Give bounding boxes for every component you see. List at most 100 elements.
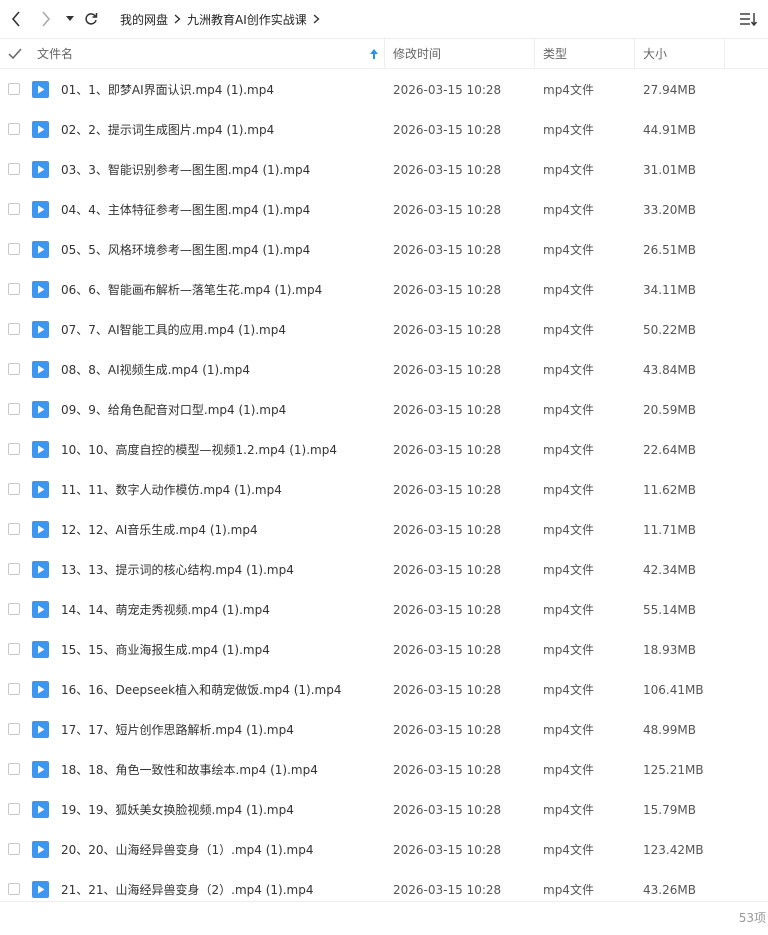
- file-modified: 2026-03-15 10:28: [393, 683, 502, 697]
- file-row[interactable]: 17、17、短片创作思路解析.mp4 (1).mp4 2026-03-15 10:…: [0, 710, 768, 750]
- row-checkbox[interactable]: [8, 443, 20, 455]
- file-row[interactable]: 18、18、角色一致性和故事绘本.mp4 (1).mp4 2026-03-15 1…: [0, 750, 768, 790]
- row-checkbox[interactable]: [8, 603, 20, 615]
- forward-button[interactable]: [38, 8, 54, 30]
- video-file-icon: [32, 241, 49, 258]
- back-button[interactable]: [8, 8, 24, 30]
- file-row[interactable]: 11、11、数字人动作模仿.mp4 (1).mp4 2026-03-15 10:2…: [0, 470, 768, 510]
- column-divider[interactable]: [724, 39, 725, 68]
- file-row[interactable]: 19、19、狐妖美女换脸视频.mp4 (1).mp4 2026-03-15 10:…: [0, 790, 768, 830]
- file-name[interactable]: 19、19、狐妖美女换脸视频.mp4 (1).mp4: [61, 790, 294, 830]
- row-checkbox[interactable]: [8, 723, 20, 735]
- file-row[interactable]: 02、2、提示词生成图片.mp4 (1).mp4 2026-03-15 10:28…: [0, 110, 768, 150]
- file-row[interactable]: 05、5、风格环境参考—图生图.mp4 (1).mp4 2026-03-15 10…: [0, 230, 768, 270]
- sort-options-button[interactable]: [738, 9, 758, 29]
- file-row[interactable]: 10、10、高度自控的模型—视频1.2.mp4 (1).mp4 2026-03-1…: [0, 430, 768, 470]
- file-name[interactable]: 17、17、短片创作思路解析.mp4 (1).mp4: [61, 710, 294, 750]
- file-name[interactable]: 13、13、提示词的核心结构.mp4 (1).mp4: [61, 550, 294, 590]
- file-name[interactable]: 01、1、即梦AI界面认识.mp4 (1).mp4: [61, 70, 274, 110]
- row-checkbox[interactable]: [8, 323, 20, 335]
- toolbar: 我的网盘 九洲教育AI创作实战课: [0, 0, 768, 38]
- file-row[interactable]: 06、6、智能画布解析—落笔生花.mp4 (1).mp4 2026-03-15 1…: [0, 270, 768, 310]
- file-name[interactable]: 20、20、山海经异兽变身（1）.mp4 (1).mp4: [61, 830, 314, 870]
- row-checkbox[interactable]: [8, 803, 20, 815]
- video-file-icon: [32, 361, 49, 378]
- file-size: 123.42MB: [643, 843, 704, 857]
- file-size: 43.84MB: [643, 363, 696, 377]
- file-row[interactable]: 16、16、Deepseek植入和萌宠做饭.mp4 (1).mp4 2026-03…: [0, 670, 768, 710]
- file-row[interactable]: 01、1、即梦AI界面认识.mp4 (1).mp4 2026-03-15 10:2…: [0, 70, 768, 110]
- file-modified: 2026-03-15 10:28: [393, 203, 502, 217]
- row-checkbox[interactable]: [8, 523, 20, 535]
- file-name[interactable]: 18、18、角色一致性和故事绘本.mp4 (1).mp4: [61, 750, 318, 790]
- file-name[interactable]: 14、14、萌宠走秀视频.mp4 (1).mp4: [61, 590, 270, 630]
- file-row[interactable]: 08、8、AI视频生成.mp4 (1).mp4 2026-03-15 10:28 m…: [0, 350, 768, 390]
- column-divider[interactable]: [534, 39, 535, 68]
- file-size: 27.94MB: [643, 83, 696, 97]
- file-type: mp4文件: [543, 683, 594, 697]
- column-type-header[interactable]: 类型: [543, 39, 567, 68]
- history-dropdown-button[interactable]: [64, 8, 76, 30]
- file-name[interactable]: 10、10、高度自控的模型—视频1.2.mp4 (1).mp4: [61, 430, 337, 470]
- file-type: mp4文件: [543, 283, 594, 297]
- sort-ascending-icon[interactable]: [370, 39, 378, 68]
- column-name-header[interactable]: 文件名: [37, 39, 73, 68]
- file-name[interactable]: 03、3、智能识别参考—图生图.mp4 (1).mp4: [61, 150, 310, 190]
- file-row[interactable]: 03、3、智能识别参考—图生图.mp4 (1).mp4 2026-03-15 10…: [0, 150, 768, 190]
- file-row[interactable]: 04、4、主体特征参考—图生图.mp4 (1).mp4 2026-03-15 10…: [0, 190, 768, 230]
- file-name[interactable]: 11、11、数字人动作模仿.mp4 (1).mp4: [61, 470, 282, 510]
- column-modified-header[interactable]: 修改时间: [393, 39, 441, 68]
- row-checkbox[interactable]: [8, 363, 20, 375]
- column-header: 文件名 修改时间 类型 大小: [0, 38, 768, 69]
- row-checkbox[interactable]: [8, 403, 20, 415]
- row-checkbox[interactable]: [8, 563, 20, 575]
- column-size-header[interactable]: 大小: [643, 39, 667, 68]
- file-name[interactable]: 08、8、AI视频生成.mp4 (1).mp4: [61, 350, 250, 390]
- video-file-icon: [32, 881, 49, 898]
- select-all-checkbox[interactable]: [8, 39, 22, 68]
- file-name[interactable]: 16、16、Deepseek植入和萌宠做饭.mp4 (1).mp4: [61, 670, 341, 710]
- file-size: 125.21MB: [643, 763, 704, 777]
- row-checkbox[interactable]: [8, 243, 20, 255]
- file-row[interactable]: 07、7、AI智能工具的应用.mp4 (1).mp4 2026-03-15 10:…: [0, 310, 768, 350]
- row-checkbox[interactable]: [8, 843, 20, 855]
- file-row[interactable]: 09、9、给角色配音对口型.mp4 (1).mp4 2026-03-15 10:2…: [0, 390, 768, 430]
- file-type: mp4文件: [543, 323, 594, 337]
- file-name[interactable]: 02、2、提示词生成图片.mp4 (1).mp4: [61, 110, 274, 150]
- file-modified: 2026-03-15 10:28: [393, 483, 502, 497]
- row-checkbox[interactable]: [8, 163, 20, 175]
- forward-arrow-icon: [42, 11, 51, 27]
- file-size: 42.34MB: [643, 563, 696, 577]
- file-row[interactable]: 13、13、提示词的核心结构.mp4 (1).mp4 2026-03-15 10:…: [0, 550, 768, 590]
- file-name[interactable]: 05、5、风格环境参考—图生图.mp4 (1).mp4: [61, 230, 310, 270]
- file-row[interactable]: 14、14、萌宠走秀视频.mp4 (1).mp4 2026-03-15 10:28…: [0, 590, 768, 630]
- row-checkbox[interactable]: [8, 83, 20, 95]
- breadcrumb-item-current[interactable]: 九洲教育AI创作实战课: [187, 11, 307, 28]
- refresh-button[interactable]: [82, 8, 100, 30]
- file-name[interactable]: 07、7、AI智能工具的应用.mp4 (1).mp4: [61, 310, 286, 350]
- file-size: 50.22MB: [643, 323, 696, 337]
- row-checkbox[interactable]: [8, 763, 20, 775]
- row-checkbox[interactable]: [8, 643, 20, 655]
- column-divider[interactable]: [384, 39, 385, 68]
- file-size: 44.91MB: [643, 123, 696, 137]
- row-checkbox[interactable]: [8, 683, 20, 695]
- row-checkbox[interactable]: [8, 203, 20, 215]
- file-size: 20.59MB: [643, 403, 696, 417]
- row-checkbox[interactable]: [8, 123, 20, 135]
- file-name[interactable]: 04、4、主体特征参考—图生图.mp4 (1).mp4: [61, 190, 310, 230]
- row-checkbox[interactable]: [8, 883, 20, 895]
- chevron-right-icon: [313, 14, 320, 24]
- file-name[interactable]: 12、12、AI音乐生成.mp4 (1).mp4: [61, 510, 258, 550]
- column-divider[interactable]: [634, 39, 635, 68]
- file-row[interactable]: 15、15、商业海报生成.mp4 (1).mp4 2026-03-15 10:28…: [0, 630, 768, 670]
- row-checkbox[interactable]: [8, 283, 20, 295]
- file-row[interactable]: 20、20、山海经异兽变身（1）.mp4 (1).mp4 2026-03-15 1…: [0, 830, 768, 870]
- file-name[interactable]: 09、9、给角色配音对口型.mp4 (1).mp4: [61, 390, 286, 430]
- video-file-icon: [32, 321, 49, 338]
- file-name[interactable]: 06、6、智能画布解析—落笔生花.mp4 (1).mp4: [61, 270, 322, 310]
- file-name[interactable]: 15、15、商业海报生成.mp4 (1).mp4: [61, 630, 270, 670]
- file-row[interactable]: 12、12、AI音乐生成.mp4 (1).mp4 2026-03-15 10:28…: [0, 510, 768, 550]
- breadcrumb-item-root[interactable]: 我的网盘: [120, 11, 168, 28]
- row-checkbox[interactable]: [8, 483, 20, 495]
